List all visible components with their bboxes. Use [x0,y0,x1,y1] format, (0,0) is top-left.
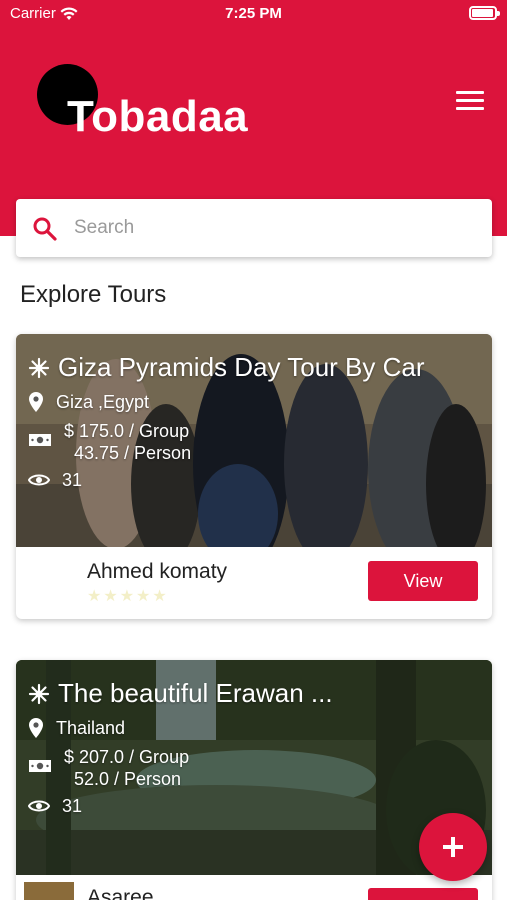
status-time: 7:25 PM [225,5,282,22]
search-bar[interactable] [16,199,492,257]
app-brand: Tobadaa [67,92,249,141]
tour-icon [28,683,50,704]
tour-location: Thailand [56,718,126,738]
location-pin-icon [29,718,43,738]
tour-location-row: Giza ,Egypt [28,391,149,413]
view-button[interactable]: View [368,561,478,601]
tour-price-group: $ 207.0 / Group [64,747,190,767]
menu-icon[interactable] [452,88,488,114]
rating-stars: ★ ★ ★ ★ ★ [87,586,167,606]
eye-icon [28,474,50,486]
star-icon: ★ [87,588,102,605]
tour-location-row: Thailand [28,717,125,739]
money-icon [29,760,51,772]
tour-views: 31 [62,796,83,816]
eye-icon [28,800,50,812]
guide-name: Asaree [87,886,154,900]
tour-card[interactable]: The beautiful Erawan ... Thailand $ 207.… [16,660,492,900]
tour-price-person: 52.0 / Person [74,769,182,789]
plus-icon [443,837,463,857]
guide-avatar [24,882,74,900]
search-input[interactable] [74,213,474,243]
battery-icon [469,6,500,20]
tour-price-row: $ 207.0 / Group 52.0 / Person [28,746,189,790]
add-tour-button[interactable] [419,813,487,881]
tour-title-row: The beautiful Erawan ... [28,678,333,709]
tour-title-row: Giza Pyramids Day Tour By Car [28,352,425,383]
star-icon: ★ [136,588,151,605]
tour-price-group: $ 175.0 / Group [64,421,190,441]
tour-views-row: 31 [28,469,82,491]
tour-price-person: 43.75 / Person [74,443,192,463]
tour-location: Giza ,Egypt [56,392,150,412]
tour-icon [28,357,50,378]
star-icon: ★ [152,588,167,605]
status-bar: Carrier 7:25 PM [0,0,507,28]
section-title: Explore Tours [20,281,167,308]
guide-name: Ahmed komaty [87,560,228,583]
tour-views: 31 [62,470,83,490]
tour-title: Giza Pyramids Day Tour By Car [58,352,425,382]
tour-price-row: $ 175.0 / Group 43.75 / Person [28,420,191,464]
money-icon [29,434,51,446]
search-icon [33,217,57,241]
location-pin-icon [29,392,43,412]
tour-views-row: 31 [28,795,82,817]
tour-card[interactable]: Giza Pyramids Day Tour By Car Giza ,Egyp… [16,334,492,619]
view-button[interactable]: View [368,888,478,900]
star-icon: ★ [119,588,135,605]
tour-title: The beautiful Erawan ... [58,678,333,708]
star-icon: ★ [103,588,118,605]
